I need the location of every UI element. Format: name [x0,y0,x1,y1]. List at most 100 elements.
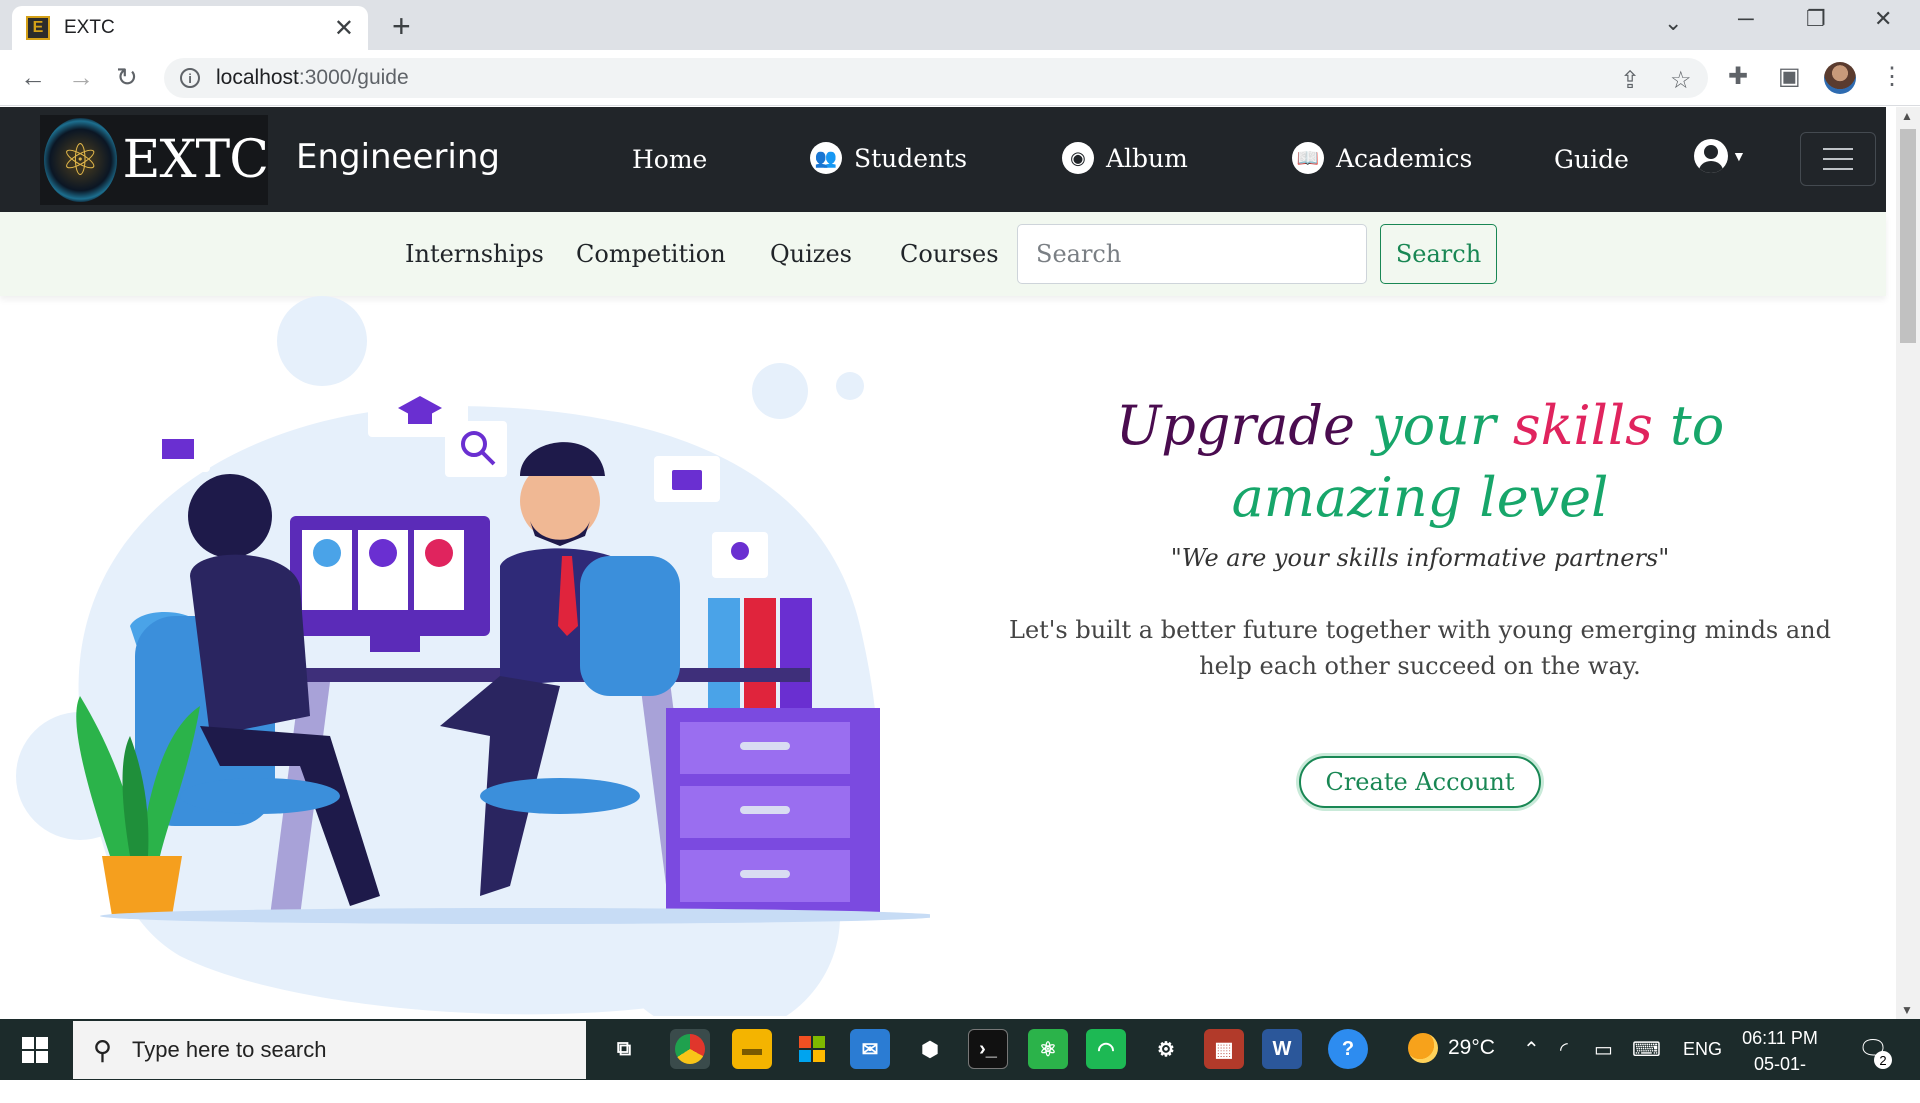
chrome-icon[interactable] [670,1029,710,1069]
winrar-icon[interactable]: ▦ [1204,1029,1244,1069]
close-tab-icon[interactable]: ✕ [334,14,354,43]
subnav-internships[interactable]: Internships [405,240,544,268]
nav-home[interactable]: Home [632,145,707,174]
mail-app-icon[interactable]: ✉ [850,1029,890,1069]
plant-pot [102,856,182,916]
language-indicator[interactable]: ENG [1683,1039,1722,1060]
logo-text: EXTC [122,130,269,190]
taskbar-search-box[interactable]: ⚲ Type here to search [73,1021,586,1079]
back-icon[interactable]: ← [20,62,46,93]
restore-icon[interactable]: ❐ [1806,6,1826,32]
clock-date: 05-01-2023 [1753,1054,1807,1100]
chair-back [580,556,680,696]
woman-body [190,554,310,736]
nav-students[interactable]: 👥 Students [810,142,967,174]
atom-app-icon[interactable]: ⚛ [1028,1029,1068,1069]
bookmark-star-icon[interactable]: ☆ [1670,66,1692,95]
tray-chevron-icon[interactable]: ⌃ [1523,1037,1540,1062]
nav-academics[interactable]: 📖 Academics [1292,142,1472,174]
browser-toolbar: ← → ↻ i localhost:3000/guide ⇪ ☆ [0,50,1920,106]
minimize-icon[interactable]: ─ [1738,6,1754,32]
scroll-thumb[interactable] [1900,129,1916,343]
nav-album[interactable]: ◉ Album [1062,142,1188,174]
binder [744,598,776,708]
chair-seat [480,778,640,814]
scroll-down-icon[interactable]: ▼ [1901,1003,1913,1017]
clock-time: 06:11 PM [1742,1028,1818,1048]
nav-album-label: Album [1106,143,1188,173]
notification-badge: 2 [1874,1051,1892,1069]
book-icon: 📖 [1292,142,1324,174]
help-icon[interactable]: ? [1328,1029,1368,1069]
side-panel-icon[interactable]: ▣ [1778,62,1801,91]
navbar-toggler-button[interactable] [1800,132,1876,186]
weather-widget[interactable]: 29°C [1408,1033,1495,1063]
subnav-competition[interactable]: Competition [576,240,726,268]
settings-app-icon[interactable]: ⚙ [1146,1029,1186,1069]
terminal-icon[interactable]: ›_ [968,1029,1008,1069]
nav-guide[interactable]: Guide [1554,145,1629,174]
chair-seat [180,778,340,814]
nav-academics-label: Academics [1336,143,1473,173]
binder [708,598,740,708]
scroll-up-icon[interactable]: ▲ [1901,109,1913,123]
create-account-button[interactable]: Create Account [1299,756,1541,808]
bg-blob [752,363,808,419]
battery-icon[interactable]: ▭ [1594,1037,1613,1062]
browser-tab-strip: E EXTC ✕ + ⌄ ─ ❐ ✕ [0,0,1920,50]
site-info-icon[interactable]: i [180,68,200,88]
nav-students-label: Students [854,143,968,173]
keyboard-icon[interactable]: ⌨ [1632,1037,1661,1062]
new-tab-icon[interactable]: + [392,8,411,45]
url-text[interactable]: localhost:3000/guide [216,66,409,90]
headline-word: skills [1512,394,1653,457]
url-host: localhost [216,66,299,89]
avatar-icon [425,539,453,567]
headline-word: Upgrade [1115,394,1355,457]
share-icon[interactable]: ⇪ [1620,66,1640,95]
tab-search-icon[interactable]: ⌄ [1664,10,1682,36]
headline-word: to [1670,394,1725,457]
search-button[interactable]: Search [1380,224,1497,284]
subnav-quizes[interactable]: Quizes [770,240,852,268]
tab-title: EXTC [64,17,115,38]
file-explorer-icon[interactable]: ▬ [732,1029,772,1069]
forward-icon[interactable]: → [68,62,94,93]
task-view-icon[interactable]: ⧉ [604,1029,644,1069]
menu-kebab-icon[interactable]: ⋮ [1880,62,1904,91]
user-dropdown[interactable]: ▼ [1694,139,1746,173]
weather-icon [1408,1033,1438,1063]
hamburger-line [1823,148,1853,150]
page-scrollbar[interactable]: ▲ ▼ [1896,107,1920,1019]
brand-name[interactable]: Engineering [296,137,500,177]
windows-start-icon[interactable] [22,1037,48,1063]
wifi-icon[interactable]: ◜ [1560,1037,1568,1062]
search-card [445,421,507,477]
github-icon[interactable]: ⬢ [910,1029,950,1069]
user-circle-icon [1694,139,1728,173]
woman-head [188,474,272,558]
hamburger-line [1823,158,1853,160]
briefcase-icon [672,470,702,490]
search-input[interactable] [1017,224,1367,284]
floor-shadow [100,908,930,924]
system-clock[interactable]: 06:11 PM 05-01-2023 [1735,1025,1825,1103]
subnav-courses[interactable]: Courses [900,240,999,268]
gitkraken-icon[interactable]: ◠ [1086,1029,1126,1069]
browser-tab[interactable]: E EXTC ✕ [12,6,368,50]
location-pin-icon [731,542,749,560]
close-window-icon[interactable]: ✕ [1874,6,1892,32]
word-icon[interactable]: W [1262,1029,1302,1069]
taskbar-search-placeholder: Type here to search [132,1037,327,1062]
search-icon: ⚲ [93,1034,113,1065]
address-bar[interactable]: i localhost:3000/guide ⇪ ☆ [164,58,1708,98]
site-logo[interactable]: ⚛ EXTC [40,115,269,205]
temperature: 29°C [1448,1036,1495,1059]
microsoft-store-icon[interactable] [792,1029,832,1069]
profile-avatar[interactable] [1824,62,1856,94]
users-icon: 👥 [810,142,842,174]
extensions-icon[interactable]: ✚ [1728,62,1748,91]
nav-guide-label: Guide [1554,145,1629,174]
graduation-cap-icon [408,412,432,424]
reload-icon[interactable]: ↻ [116,62,138,93]
